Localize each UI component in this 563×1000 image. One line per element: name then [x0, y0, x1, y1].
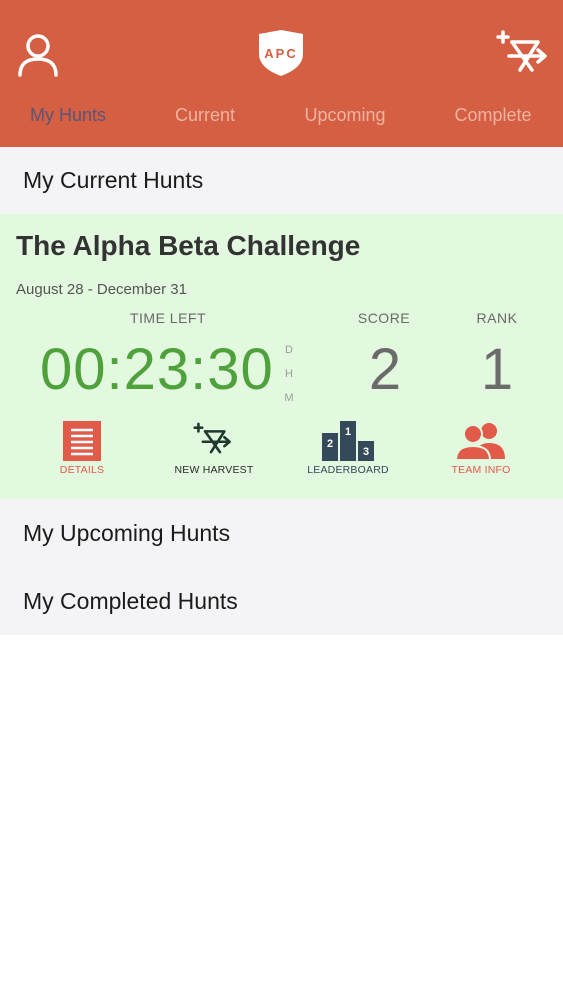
shield-logo-icon: APC [256, 28, 306, 78]
section-completed-hunts[interactable]: My Completed Hunts [0, 567, 563, 635]
details-icon [63, 421, 101, 461]
podium-third: 3 [363, 446, 369, 458]
unit-hours: H [285, 368, 293, 380]
details-label: DETAILS [59, 464, 105, 476]
leaderboard-button[interactable]: 2 1 3 LEADERBOARD [293, 421, 403, 476]
leaderboard-label: LEADERBOARD [307, 464, 389, 476]
details-button[interactable]: DETAILS [27, 421, 137, 476]
section-current-hunts[interactable]: My Current Hunts [0, 147, 563, 214]
section-upcoming-hunts[interactable]: My Upcoming Hunts [0, 499, 563, 567]
new-harvest-button[interactable]: NEW HARVEST [159, 421, 269, 476]
harvest-arrow-icon[interactable] [496, 28, 552, 82]
unit-minutes: M [284, 392, 294, 404]
unit-days: D [285, 344, 293, 356]
leaderboard-icon: 2 1 3 [322, 421, 374, 461]
rank-value: 1 [480, 337, 514, 402]
time-left-label: TIME LEFT [129, 310, 207, 326]
score-label: SCORE [357, 310, 411, 326]
logo-text: APC [264, 46, 297, 61]
hunt-card[interactable]: The Alpha Beta Challenge August 28 - Dec… [0, 214, 563, 499]
tab-bar: My Hunts Current Upcoming Complete [0, 105, 563, 137]
podium-first: 1 [345, 426, 351, 438]
team-icon [455, 423, 505, 461]
rank-label: RANK [476, 310, 518, 326]
time-left-value: 00:23:30 [40, 337, 274, 402]
harvest-arrow-icon [193, 422, 231, 454]
podium-second: 2 [327, 438, 333, 450]
tab-upcoming[interactable]: Upcoming [304, 105, 385, 126]
score-value: 2 [368, 337, 402, 402]
time-units: D H M [282, 338, 296, 410]
hunt-title: The Alpha Beta Challenge [16, 230, 361, 261]
team-info-label: TEAM INFO [451, 464, 511, 476]
tab-complete[interactable]: Complete [454, 105, 531, 126]
hunt-dates: August 28 - December 31 [16, 281, 187, 298]
tab-my-hunts[interactable]: My Hunts [30, 105, 106, 126]
new-harvest-label: NEW HARVEST [174, 464, 254, 476]
person-icon[interactable] [16, 32, 60, 78]
tab-current[interactable]: Current [175, 105, 235, 126]
app-header: APC My Hunts Current Upcoming Complete [0, 0, 563, 147]
team-info-button[interactable]: TEAM INFO [426, 421, 536, 476]
